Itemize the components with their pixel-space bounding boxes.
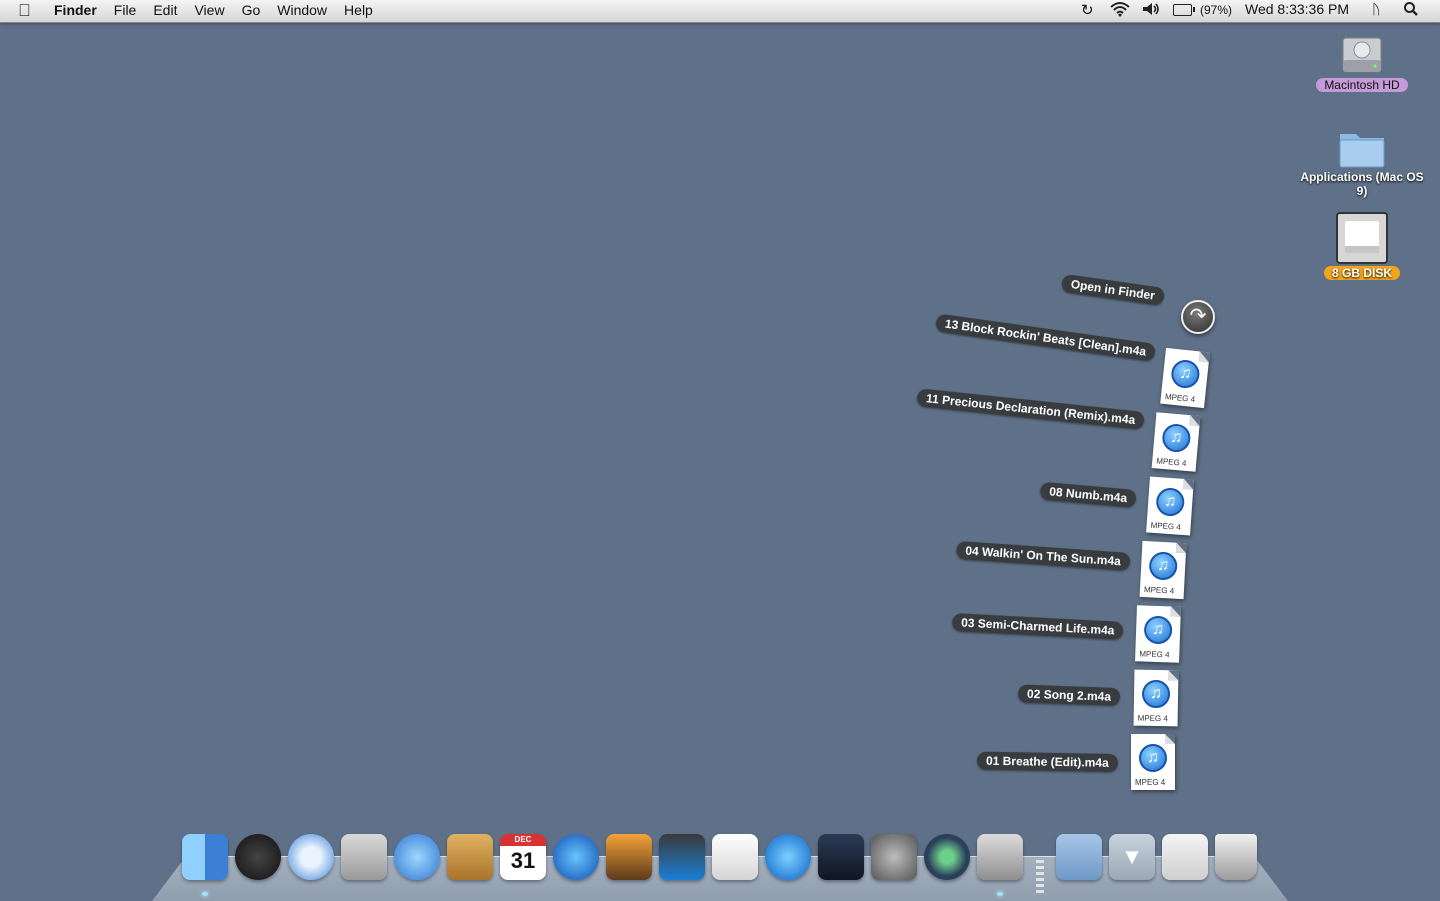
applications-os9-label: Applications (Mac OS 9) <box>1300 170 1424 198</box>
desktop-icon-macintosh-hd[interactable]: Macintosh HD <box>1297 30 1427 94</box>
music-note-icon: ♫ <box>1143 615 1173 645</box>
dashboard-icon[interactable] <box>235 834 281 880</box>
trash-icon[interactable] <box>1215 834 1257 880</box>
itunes-icon[interactable] <box>553 834 599 880</box>
desktop-icon-applications-os9[interactable]: Applications (Mac OS 9) <box>1297 126 1427 200</box>
file-type-caption: MPEG 4 <box>1143 585 1175 596</box>
ical-month: DEC <box>514 835 532 844</box>
finder-icon[interactable] <box>182 834 228 880</box>
open-in-finder-button[interactable]: ↷ <box>1181 300 1215 334</box>
battery-icon[interactable] <box>1173 4 1195 16</box>
file-type-caption: MPEG 4 <box>1137 713 1168 724</box>
mpeg4-file-icon[interactable]: ♫ MPEG 4 <box>1146 476 1194 536</box>
file-type-caption: MPEG 4 <box>1155 456 1187 468</box>
usb-disk-icon <box>1336 212 1388 264</box>
music-note-icon: ♫ <box>1161 422 1192 454</box>
macintosh-hd-label: Macintosh HD <box>1316 78 1408 92</box>
down-arrow-icon: ▼ <box>1121 844 1143 869</box>
menu-list: Finder File Edit View Go Window Help <box>54 2 390 18</box>
menu-app-name[interactable]: Finder <box>54 2 97 18</box>
apple-menu-icon[interactable]:  <box>18 1 31 21</box>
file-type-caption: MPEG 4 <box>1135 778 1166 787</box>
stack-file-label[interactable]: 03 Semi-Charmed Life.m4a <box>951 613 1124 640</box>
mpeg4-file-icon[interactable]: ♫ MPEG 4 <box>1151 412 1201 472</box>
menu-clock[interactable]: Wed 8:33:36 PM <box>1245 1 1349 17</box>
textedit-icon[interactable] <box>712 834 758 880</box>
imovie-icon[interactable] <box>659 834 705 880</box>
file-type-caption: MPEG 4 <box>1164 392 1196 405</box>
battery-percent: (97%) <box>1200 3 1233 17</box>
file-type-caption: MPEG 4 <box>1150 520 1182 532</box>
iphoto-icon[interactable] <box>606 834 652 880</box>
menu-view[interactable]: View <box>194 2 224 18</box>
address-book-icon[interactable] <box>447 834 493 880</box>
music-note-icon: ♫ <box>1155 487 1186 517</box>
menu-file[interactable]: File <box>114 2 137 18</box>
ical-day: 31 <box>510 848 536 873</box>
stack-file-label[interactable]: 13 Block Rockin' Beats [Clean].m4a <box>934 313 1157 362</box>
calculator-icon[interactable] <box>341 834 387 880</box>
running-indicator <box>202 892 208 896</box>
utilities-icon[interactable] <box>977 834 1023 880</box>
stack-file-label[interactable]: 11 Precious Declaration (Remix).m4a <box>916 388 1146 430</box>
volume-icon[interactable] <box>1141 1 1161 20</box>
stack-file-label[interactable]: 01 Breathe (Edit).m4a <box>976 751 1118 772</box>
menu-window[interactable]: Window <box>277 2 327 18</box>
applications-stack-icon[interactable] <box>1056 834 1102 880</box>
menu-edit[interactable]: Edit <box>153 2 177 18</box>
8gb-disk-label: 8 GB DISK <box>1323 266 1400 280</box>
dock-separator <box>1036 860 1044 896</box>
hard-drive-icon <box>1341 30 1383 76</box>
bluetooth-icon[interactable]: ᚢ <box>1372 1 1380 17</box>
mpeg4-file-icon[interactable]: ♫ MPEG 4 <box>1139 540 1187 600</box>
music-note-icon: ♫ <box>1148 551 1178 581</box>
mpeg4-file-icon[interactable]: ♫ MPEG 4 <box>1131 734 1175 790</box>
documents-stack-icon[interactable] <box>1162 834 1208 880</box>
mpeg4-file-icon[interactable]: ♫ MPEG 4 <box>1135 605 1181 663</box>
desktop-icon-8gb-disk[interactable]: 8 GB DISK <box>1297 212 1427 282</box>
music-note-icon: ♫ <box>1170 358 1201 390</box>
ichat-icon[interactable] <box>394 834 440 880</box>
running-indicator <box>997 892 1003 896</box>
menu-help[interactable]: Help <box>344 2 373 18</box>
wifi-icon[interactable] <box>1109 1 1131 20</box>
safari-icon[interactable] <box>288 834 334 880</box>
stack-file-label[interactable]: 02 Song 2.m4a <box>1017 684 1121 706</box>
stack-file-label[interactable]: 04 Walkin' On The Sun.m4a <box>955 540 1131 571</box>
stack-file-label[interactable]: 08 Numb.m4a <box>1039 481 1137 508</box>
system-preferences-icon[interactable] <box>871 834 917 880</box>
music-note-icon: ♫ <box>1139 744 1167 772</box>
mpeg4-file-icon[interactable]: ♫ MPEG 4 <box>1133 669 1179 727</box>
quicktime-icon[interactable] <box>765 834 811 880</box>
downloads-stack-icon[interactable]: ▼ <box>1109 834 1155 880</box>
menu-go[interactable]: Go <box>242 2 261 18</box>
mpeg4-file-icon[interactable]: ♫ MPEG 4 <box>1160 347 1210 409</box>
time-machine-icon[interactable]: ↻ <box>1081 1 1094 19</box>
menu-bar:  Finder File Edit View Go Window Help ↻… <box>0 0 1440 23</box>
spaces-icon[interactable] <box>818 834 864 880</box>
time-machine-icon[interactable] <box>924 834 970 880</box>
open-in-finder-label[interactable]: Open in Finder <box>1060 273 1165 306</box>
file-type-caption: MPEG 4 <box>1139 649 1170 660</box>
ical-icon[interactable]: DEC 31 <box>500 834 546 880</box>
folder-icon <box>1337 126 1387 170</box>
music-note-icon: ♫ <box>1141 679 1171 709</box>
spotlight-icon[interactable] <box>1403 1 1419 20</box>
